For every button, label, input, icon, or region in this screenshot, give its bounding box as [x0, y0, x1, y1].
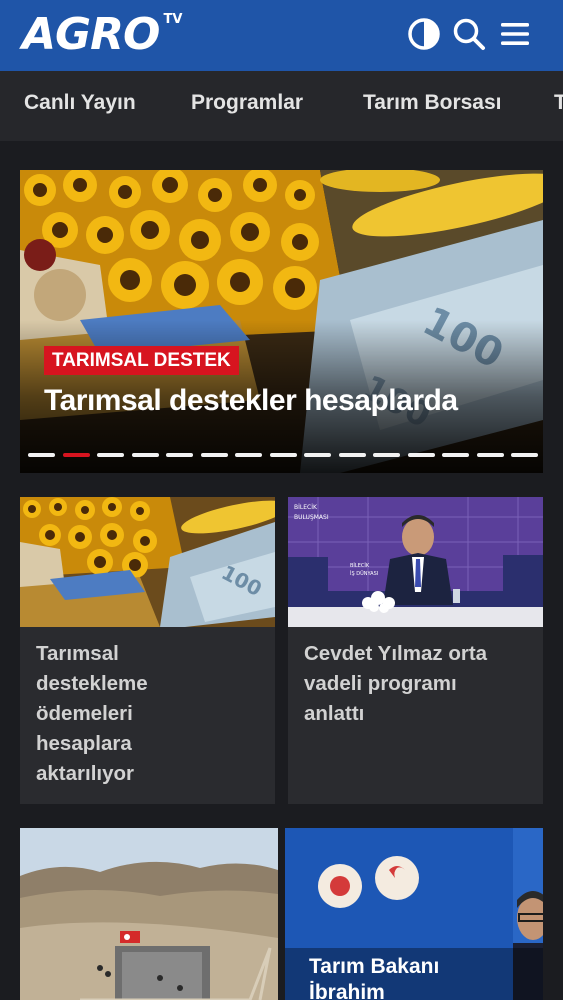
slider-dot[interactable]	[442, 453, 469, 457]
svg-text:İŞ DÜNYASI: İŞ DÜNYASI	[350, 570, 378, 577]
slider-dot[interactable]	[131, 453, 159, 457]
news-card-title: Tarım Bakanı İbrahim	[309, 955, 440, 1000]
nav-item-canli-yayin[interactable]: Canlı Yayın	[24, 91, 136, 115]
search-icon[interactable]	[451, 16, 487, 52]
slider-dot[interactable]	[97, 453, 124, 457]
slider-dot[interactable]	[407, 453, 435, 457]
news-card[interactable]: BİLECİK BULUŞMASI BİLECİK İŞ DÜNYASI Cev…	[288, 497, 543, 804]
slider-dot[interactable]	[373, 453, 400, 457]
slider-dot[interactable]	[304, 453, 331, 457]
agro-tv-logo[interactable]: AGRO TV	[22, 10, 182, 60]
slider-dot[interactable]	[235, 453, 262, 457]
logo-text: AGRO	[22, 9, 160, 60]
slider-dots	[28, 453, 538, 457]
svg-text:BULUŞMASI: BULUŞMASI	[294, 514, 329, 521]
nav-item-partial[interactable]: T	[554, 91, 563, 115]
news-card-image: BİLECİK BULUŞMASI BİLECİK İŞ DÜNYASI	[288, 497, 543, 627]
news-card-image: 100	[20, 497, 275, 627]
news-card-title: Cevdet Yılmaz orta vadeli programı anlat…	[304, 642, 488, 725]
slider-dot[interactable]	[269, 453, 297, 457]
logo-tv-text: TV	[163, 12, 183, 27]
news-card-title: Tarımsal destekleme ödemeleri hesaplara …	[36, 642, 148, 785]
slider-dot[interactable]	[200, 453, 228, 457]
contrast-icon[interactable]	[406, 16, 442, 52]
category-nav: Canlı Yayın Programlar Tarım Borsası T	[0, 71, 563, 141]
slider-dot[interactable]	[166, 453, 193, 457]
slider-dot[interactable]	[511, 453, 538, 457]
hero-slider[interactable]: 100 100 TARIMSAL DESTEK Tarımsal destekl…	[20, 170, 543, 473]
news-card[interactable]: 100 Tarımsal destekleme ödemeleri hesapl…	[20, 497, 275, 804]
app-header: AGRO TV	[0, 0, 563, 71]
news-card[interactable]	[20, 828, 278, 1000]
news-card[interactable]: Tarım Bakanı İbrahim	[285, 828, 543, 1000]
slider-dot[interactable]	[62, 453, 90, 457]
hero-title[interactable]: Tarımsal destekler hesaplarda	[44, 384, 458, 418]
slider-dot[interactable]	[28, 453, 55, 457]
svg-text:BİLECİK: BİLECİK	[294, 504, 318, 511]
nav-item-tarim-borsasi[interactable]: Tarım Borsası	[363, 91, 502, 115]
svg-text:BİLECİK: BİLECİK	[350, 562, 370, 569]
news-card-image	[20, 828, 278, 1000]
hero-category-badge[interactable]: TARIMSAL DESTEK	[44, 346, 239, 375]
slider-dot[interactable]	[338, 453, 366, 457]
slider-dot[interactable]	[476, 453, 504, 457]
menu-icon[interactable]	[497, 16, 533, 52]
nav-item-programlar[interactable]: Programlar	[191, 91, 303, 115]
